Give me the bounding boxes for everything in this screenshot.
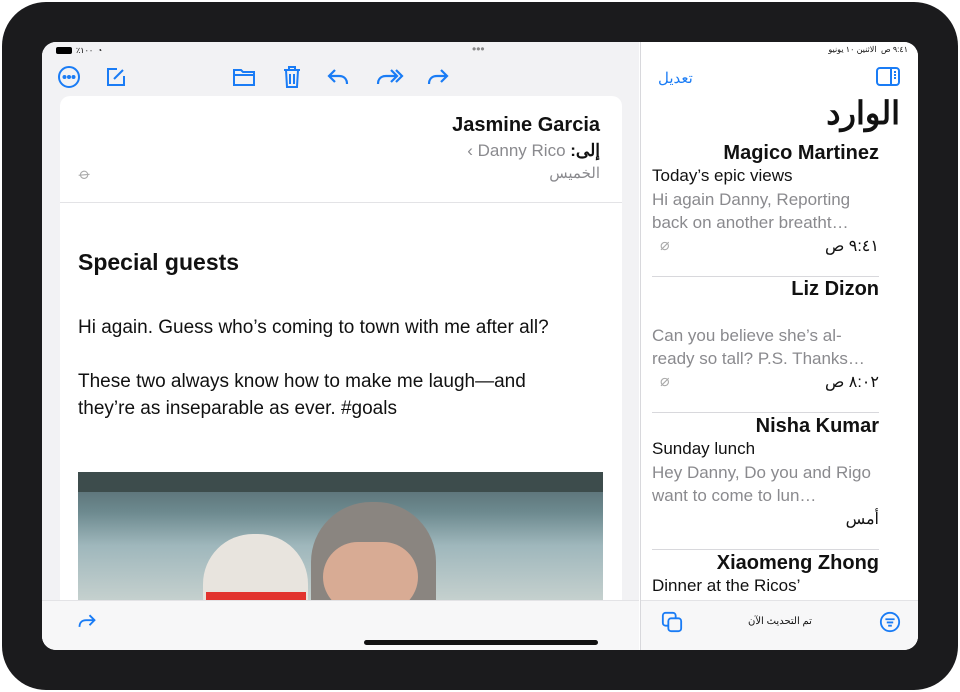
message-date: الخميس (549, 165, 600, 182)
reply-icon[interactable] (326, 65, 350, 89)
item-time: أمس (845, 511, 879, 528)
item-preview: Can you believe she’s al-ready so tall? … (652, 326, 865, 368)
reply-all-icon[interactable] (374, 65, 404, 89)
body-paragraph: Hi again. Guess who’s coming to town wit… (78, 317, 549, 338)
item-sender: Magico Martinez (723, 142, 879, 164)
share-forward-icon[interactable] (77, 611, 97, 631)
sidebar-toggle-icon[interactable] (876, 67, 900, 86)
forward-icon[interactable] (426, 65, 450, 89)
message-pane: ٪١٠٠ ◔ ••• Jasmine Garcia ‹ Danny Rico إ… (42, 42, 639, 650)
status-left: ٪١٠٠ ◔ (56, 46, 102, 55)
multitasking-dots[interactable]: ••• (472, 42, 485, 56)
message-list: Magico Martinez Today’s epic views Hi ag… (641, 134, 918, 600)
item-preview: Hi again Danny, Reporting back on anothe… (652, 190, 851, 232)
item-sender: Liz Dizon (791, 278, 879, 300)
divider (652, 412, 879, 413)
more-icon[interactable] (57, 65, 81, 89)
item-subject: Dinner at the Ricos’ (652, 576, 801, 595)
list-item[interactable]: Xiaomeng Zhong Dinner at the Ricos’ (652, 552, 879, 600)
filter-icon[interactable] (879, 611, 901, 633)
header-divider (60, 202, 622, 203)
compose-icon[interactable] (104, 65, 128, 89)
item-subject: Today’s epic views (652, 166, 793, 185)
message-card: Jasmine Garcia ‹ Danny Rico إلى: الخميس … (60, 96, 622, 606)
folder-icon[interactable] (232, 65, 256, 89)
item-subject: Sunday lunch (652, 439, 756, 458)
sender-name[interactable]: Jasmine Garcia (452, 114, 600, 137)
list-item[interactable]: Liz Dizon Can you believe she’s al-ready… (652, 278, 879, 414)
inbox-bottom-bar: تم التحديث الآن (641, 600, 918, 650)
to-label: إلى: (570, 141, 600, 160)
item-time: ٩:٤١ ص (824, 238, 879, 255)
wifi-icon: ◔ (97, 46, 103, 55)
chevron-left-icon: ‹ (467, 141, 478, 160)
home-indicator[interactable] (364, 640, 598, 645)
screen: ٪١٠٠ ◔ ••• Jasmine Garcia ‹ Danny Rico إ… (42, 42, 918, 650)
recipient: Danny Rico (477, 141, 566, 160)
message-subject: Special guests (78, 249, 240, 275)
battery-icon (56, 47, 72, 54)
body-paragraph: These two always know how to make me lau… (78, 371, 526, 419)
status-right: ٩:٤١ ص الاثنين ١٠ يونيو (828, 45, 908, 54)
item-time: ٨:٠٢ ص (824, 374, 879, 391)
battery-text: ٪١٠٠ (76, 46, 94, 55)
status-time: ٩:٤١ ص (880, 45, 908, 54)
trash-icon[interactable] (280, 65, 304, 89)
item-sender: Nisha Kumar (755, 415, 879, 437)
item-preview: Hey Danny, Do you and Rigo want to come … (652, 463, 871, 505)
divider (652, 276, 879, 277)
update-status: تم التحديث الآن (748, 616, 812, 627)
attached-photo[interactable] (78, 472, 603, 606)
inbox-title: الوارد (826, 95, 900, 131)
item-sender: Xiaomeng Zhong (716, 552, 879, 574)
inbox-pane: ٩:٤١ ص الاثنين ١٠ يونيو تعديل الوارد Mag… (640, 42, 918, 650)
divider (652, 549, 879, 550)
attachment-icon: ⌀ (660, 373, 670, 390)
list-item[interactable]: Magico Martinez Today’s epic views Hi ag… (652, 142, 879, 278)
attachment-icon: ⌀ (660, 237, 670, 254)
list-item[interactable]: Nisha Kumar Sunday lunch Hey Danny, Do y… (652, 415, 879, 551)
recipient-line[interactable]: ‹ Danny Rico إلى: (467, 141, 600, 161)
attachment-icon: ⌀ (75, 164, 94, 184)
edit-button[interactable]: تعديل (658, 69, 693, 87)
status-date: الاثنين ١٠ يونيو (828, 45, 877, 54)
